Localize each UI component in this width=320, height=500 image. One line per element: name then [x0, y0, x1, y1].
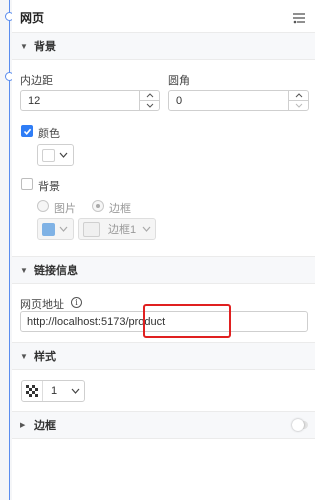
check-icon	[23, 128, 31, 135]
padding-input[interactable]: 12	[20, 90, 160, 111]
chevron-down-icon: ▼	[20, 41, 28, 51]
info-icon[interactable]: i	[71, 297, 82, 308]
background-checkbox[interactable]	[21, 178, 33, 190]
padding-label: 内边距	[20, 75, 53, 87]
chevron-right-icon: ▶	[20, 422, 26, 429]
radio-border-label: 边框	[109, 203, 131, 215]
checker-pattern-icon	[26, 385, 38, 397]
decrement-icon[interactable]	[289, 100, 308, 110]
divider	[42, 381, 43, 401]
padding-value: 12	[28, 94, 41, 107]
increment-icon[interactable]	[140, 91, 159, 100]
chevron-down-icon	[59, 226, 68, 232]
app-root: 网页 ▼ 背景 内边距 圆角 12 0 颜色 背景 图片 边框 边框1 ▼ 链接…	[0, 0, 315, 500]
style-select[interactable]: 1	[21, 380, 85, 402]
color-label: 颜色	[38, 128, 60, 140]
border-toggle[interactable]	[292, 419, 308, 431]
section-style-header[interactable]: ▼ 样式	[12, 342, 315, 370]
decrement-icon[interactable]	[140, 100, 159, 110]
highlight-annotation-box	[143, 304, 231, 338]
menu-settings-icon[interactable]	[292, 11, 306, 25]
bg-color-select[interactable]	[37, 218, 74, 240]
padding-stepper[interactable]	[139, 91, 159, 110]
border-preview	[83, 221, 100, 237]
chevron-down-icon	[142, 226, 151, 232]
chevron-down-icon: ▼	[20, 265, 28, 275]
chevron-down-icon	[71, 388, 80, 394]
section-background-header[interactable]: ▼ 背景	[12, 32, 315, 60]
radio-image-label: 图片	[54, 203, 76, 215]
radio-image[interactable]	[37, 200, 49, 212]
panel-header: 网页	[12, 0, 315, 36]
section-border-header[interactable]: ▶ 边框	[12, 411, 315, 439]
chevron-down-icon	[59, 152, 68, 158]
color-checkbox[interactable]	[21, 125, 33, 137]
radius-input[interactable]: 0	[168, 90, 309, 111]
background-label: 背景	[38, 181, 60, 193]
border-select-value: 边框1	[108, 224, 137, 236]
section-link-header[interactable]: ▼ 链接信息	[12, 256, 315, 284]
section-background-title: 背景	[34, 41, 56, 53]
url-label: 网页地址	[20, 299, 64, 311]
properties-panel: 网页 ▼ 背景 内边距 圆角 12 0 颜色 背景 图片 边框 边框1 ▼ 链接…	[12, 0, 315, 500]
panel-title: 网页	[20, 11, 45, 25]
radius-stepper[interactable]	[288, 91, 308, 110]
color-picker-select[interactable]	[37, 144, 74, 166]
style-select-value: 1	[51, 385, 58, 397]
radius-value: 0	[176, 94, 183, 107]
radio-border[interactable]	[92, 200, 104, 212]
border-style-select[interactable]: 边框1	[78, 218, 156, 240]
section-style-title: 样式	[34, 351, 56, 363]
section-border-title: 边框	[34, 420, 56, 432]
bg-color-swatch	[42, 222, 55, 236]
color-swatch	[42, 148, 55, 162]
radius-label: 圆角	[168, 75, 190, 87]
increment-icon[interactable]	[289, 91, 308, 100]
chevron-down-icon: ▼	[20, 351, 28, 361]
section-link-title: 链接信息	[34, 265, 78, 277]
